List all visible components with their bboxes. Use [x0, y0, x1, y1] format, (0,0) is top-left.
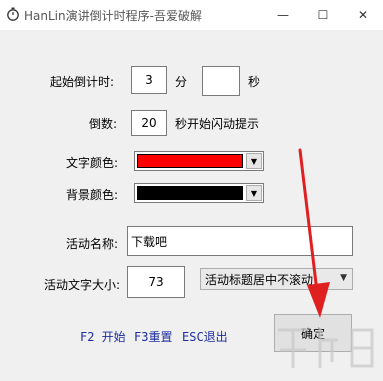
background-color-label: 背景颜色:	[66, 188, 119, 202]
background-color-picker[interactable]: ▼	[134, 183, 264, 203]
activity-size-label: 活动文字大小:	[44, 278, 121, 292]
text-color-swatch	[137, 154, 243, 168]
chevron-down-icon[interactable]: ▼	[246, 153, 262, 169]
minutes-input[interactable]: 3	[131, 66, 167, 94]
hotkey-start-hint: F2 开始	[80, 330, 126, 344]
scroll-mode-select[interactable]: 活动标题居中不滚动 ▼	[200, 268, 353, 290]
maximize-button[interactable]: ☐	[303, 0, 343, 30]
flash-seconds-input[interactable]: 20	[131, 110, 167, 136]
background-color-swatch	[137, 186, 243, 200]
minimize-icon: —	[277, 8, 289, 22]
chevron-down-icon: ▼	[340, 273, 347, 283]
stopwatch-icon	[7, 7, 19, 21]
flash-label: 倒数:	[89, 117, 118, 131]
maximize-icon: ☐	[317, 8, 329, 22]
minutes-unit-label: 分	[175, 75, 188, 89]
scroll-mode-value: 活动标题居中不滚动	[205, 272, 314, 287]
seconds-input[interactable]	[202, 66, 240, 96]
hotkey-reset-hint: F3重置	[134, 330, 173, 344]
close-button[interactable]: ✕	[343, 0, 383, 30]
activity-name-label: 活动名称:	[66, 237, 119, 251]
text-color-picker[interactable]: ▼	[134, 151, 264, 171]
seconds-unit-label: 秒	[248, 75, 261, 89]
minimize-button[interactable]: —	[263, 0, 303, 30]
chevron-down-icon[interactable]: ▼	[246, 185, 262, 201]
activity-name-input[interactable]: 下载吧	[127, 226, 353, 256]
window-title: HanLin演讲倒计时程序-吾爱破解	[24, 9, 202, 23]
close-icon: ✕	[357, 8, 369, 22]
countdown-label: 起始倒计时:	[50, 75, 115, 89]
flash-suffix-label: 秒开始闪动提示	[175, 117, 260, 131]
text-color-label: 文字颜色:	[66, 156, 119, 170]
title-bar: HanLin演讲倒计时程序-吾爱破解 — ☐ ✕	[0, 0, 383, 30]
hotkey-exit-hint: ESC退出	[182, 330, 228, 344]
ok-button[interactable]: 确定	[274, 314, 352, 352]
activity-size-input[interactable]: 73	[127, 266, 185, 298]
